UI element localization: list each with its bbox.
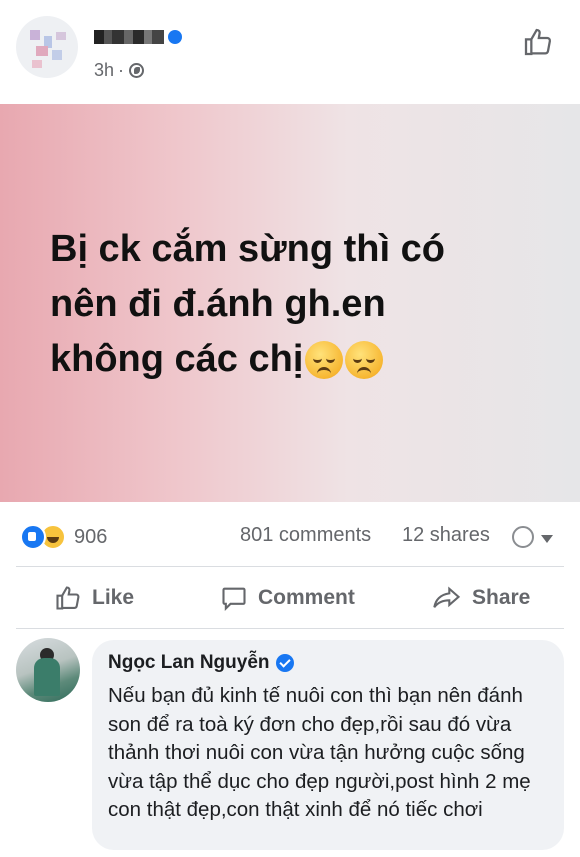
- commenter-avatar[interactable]: [16, 638, 80, 702]
- post-actions-bar: Like Comment Share: [0, 568, 580, 628]
- share-button[interactable]: Share: [432, 584, 530, 612]
- disappointed-face-emoji-icon: [345, 341, 384, 379]
- meta-separator: ·: [118, 60, 125, 80]
- speech-bubble-icon: [222, 587, 246, 612]
- like-reaction-icon: [20, 524, 46, 550]
- globe-icon: [129, 63, 145, 78]
- post-meta: 3h ·: [94, 60, 145, 81]
- post-background-text-card[interactable]: Bị ck cắm sừng thì có nên đi đ.ánh gh.en…: [0, 104, 580, 502]
- comment-button[interactable]: Comment: [220, 584, 355, 612]
- comment-text: Nếu bạn đủ kinh tế nuôi con thì bạn nên …: [108, 684, 531, 821]
- author-name-pixelated[interactable]: [94, 28, 182, 48]
- verified-badge-icon: [275, 654, 294, 672]
- commenter-name-wrap: Ngọc Lan Nguyễn: [108, 652, 294, 674]
- comment-bubble: Ngọc Lan Nguyễn Nếu bạn đủ kinh tế nuôi …: [92, 640, 564, 850]
- reaction-count: 906: [74, 525, 108, 548]
- chevron-down-icon[interactable]: [541, 535, 553, 543]
- comment-item: Ngọc Lan Nguyễn Nếu bạn đủ kinh tế nuôi …: [0, 630, 580, 857]
- disappointed-face-emoji-icon: [305, 341, 344, 379]
- like-button[interactable]: Like: [54, 584, 134, 612]
- divider: [16, 566, 564, 567]
- post-time[interactable]: 3h: [94, 60, 114, 81]
- post-header: 3h ·: [0, 0, 580, 104]
- author-avatar-blurred[interactable]: [16, 16, 78, 78]
- share-label: Share: [472, 586, 531, 609]
- audience-avatar-icon[interactable]: [512, 526, 534, 548]
- share-arrow-icon: [433, 586, 461, 608]
- like-label: Like: [92, 586, 135, 609]
- divider: [16, 628, 564, 629]
- reactions-summary[interactable]: 906: [20, 524, 107, 550]
- hero-line-1: Bị ck cắm sừng thì có: [50, 228, 445, 270]
- shares-count-link[interactable]: 12 shares: [402, 524, 490, 547]
- comments-count-link[interactable]: 801 comments: [240, 524, 371, 547]
- post-stats: 906 801 comments 12 shares: [0, 502, 580, 566]
- thumbs-up-icon: [56, 586, 80, 610]
- post-hero-text: Bị ck cắm sừng thì có nên đi đ.ánh gh.en…: [50, 222, 530, 387]
- commenter-name[interactable]: Ngọc Lan Nguyễn: [108, 652, 270, 674]
- comment-label: Comment: [258, 586, 355, 609]
- thumbs-up-icon[interactable]: [522, 26, 554, 58]
- hero-line-2: nên đi đ.ánh gh.en: [50, 283, 386, 325]
- hero-line-3-wrap: không các chị: [50, 332, 530, 387]
- hero-line-3: không các chị: [50, 338, 304, 380]
